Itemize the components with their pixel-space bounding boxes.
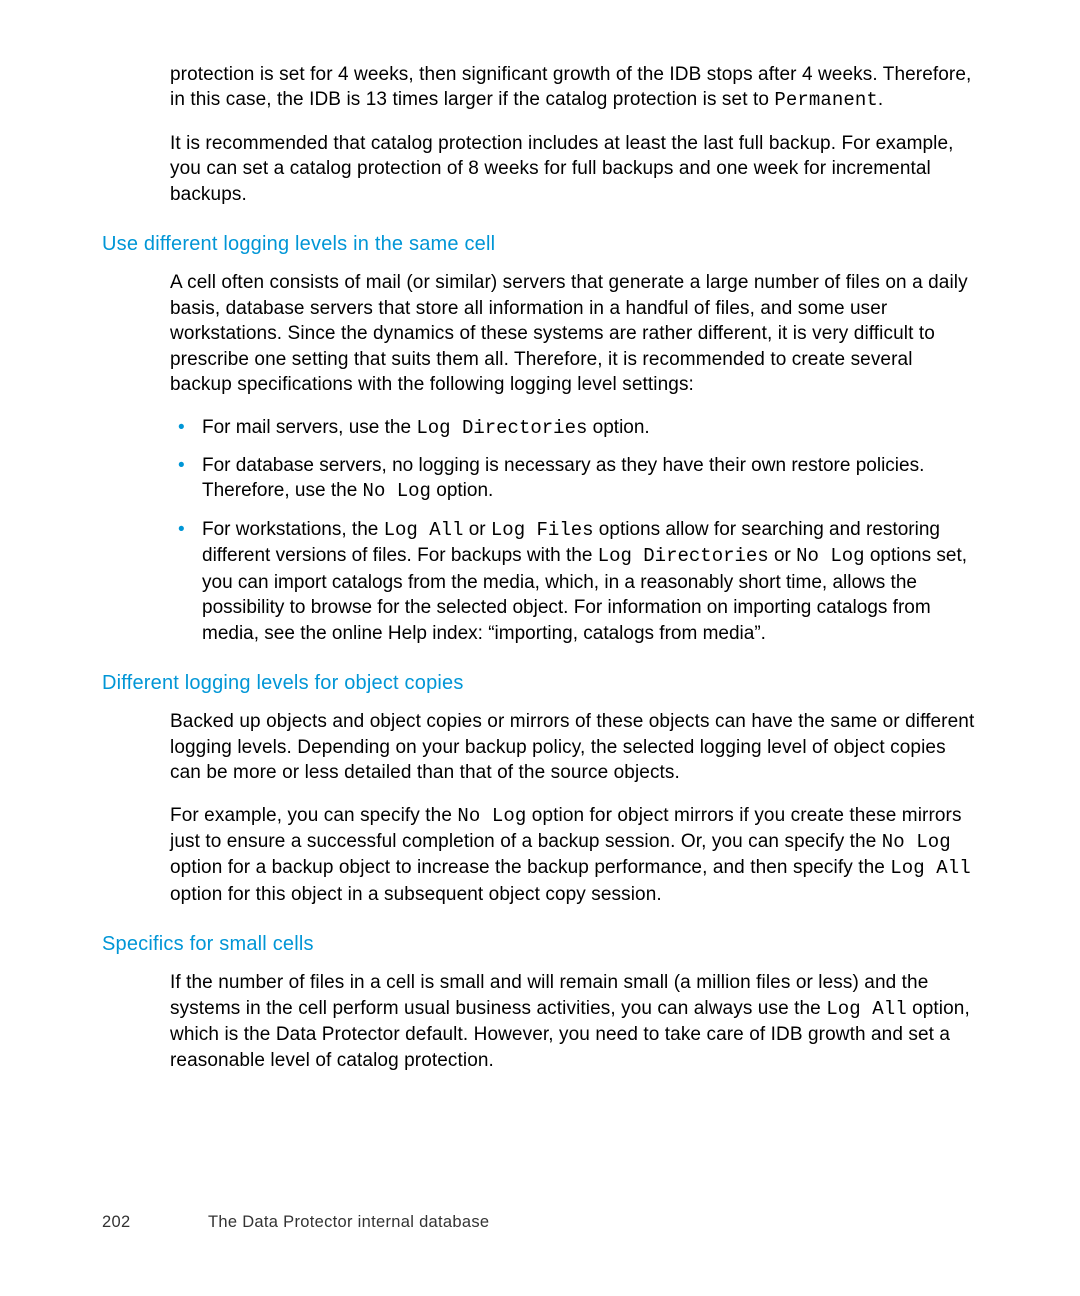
code-no-log: No Log (796, 545, 864, 567)
section-2-body: Backed up objects and object copies or m… (170, 709, 975, 907)
section-1-paragraph-1: A cell often consists of mail (or simila… (170, 270, 975, 397)
intro-paragraph-2: It is recommended that catalog protectio… (170, 131, 975, 207)
code-permanent: Permanent (774, 89, 878, 111)
section-2-paragraph-2: For example, you can specify the No Log … (170, 803, 975, 908)
text-fragment: option for this object in a subsequent o… (170, 884, 662, 905)
code-log-directories: Log Directories (598, 545, 769, 567)
list-item: For workstations, the Log All or Log Fil… (170, 517, 975, 646)
text-fragment: or (769, 545, 796, 566)
text-fragment: . (878, 89, 883, 110)
intro-block: protection is set for 4 weeks, then sign… (170, 62, 975, 207)
text-fragment: option for a backup object to increase t… (170, 857, 890, 878)
code-no-log: No Log (457, 805, 526, 827)
text-fragment: or (463, 519, 490, 540)
heading-specifics-small-cells: Specifics for small cells (102, 933, 975, 956)
text-fragment: For mail servers, use the (202, 417, 416, 438)
code-log-files: Log Files (491, 519, 594, 541)
text-fragment: For example, you can specify the (170, 805, 457, 826)
page-number: 202 (102, 1213, 208, 1232)
heading-logging-levels-object-copies: Different logging levels for object copi… (102, 672, 975, 695)
section-3-body: If the number of files in a cell is smal… (170, 970, 975, 1073)
code-log-directories: Log Directories (416, 417, 587, 439)
code-log-all: Log All (890, 857, 971, 879)
text-fragment: If the number of files in a cell is smal… (170, 972, 928, 1018)
section-1-list: For mail servers, use the Log Directorie… (170, 415, 975, 647)
page-content: protection is set for 4 weeks, then sign… (0, 0, 1080, 1073)
section-3-paragraph-1: If the number of files in a cell is smal… (170, 970, 975, 1073)
code-no-log: No Log (363, 480, 431, 502)
footer-title: The Data Protector internal database (208, 1213, 489, 1231)
text-fragment: option. (587, 417, 649, 438)
text-fragment: option. (431, 480, 493, 501)
code-log-all: Log All (826, 998, 907, 1020)
heading-logging-levels-same-cell: Use different logging levels in the same… (102, 233, 975, 256)
code-log-all: Log All (384, 519, 464, 541)
section-2-paragraph-1: Backed up objects and object copies or m… (170, 709, 975, 785)
text-fragment: For database servers, no logging is nece… (202, 455, 924, 501)
page-footer: 202The Data Protector internal database (102, 1213, 489, 1232)
intro-paragraph-1: protection is set for 4 weeks, then sign… (170, 62, 975, 114)
list-item: For mail servers, use the Log Directorie… (170, 415, 975, 441)
section-1-body: A cell often consists of mail (or simila… (170, 270, 975, 646)
text-fragment: For workstations, the (202, 519, 384, 540)
list-item: For database servers, no logging is nece… (170, 453, 975, 505)
code-no-log: No Log (882, 831, 951, 853)
